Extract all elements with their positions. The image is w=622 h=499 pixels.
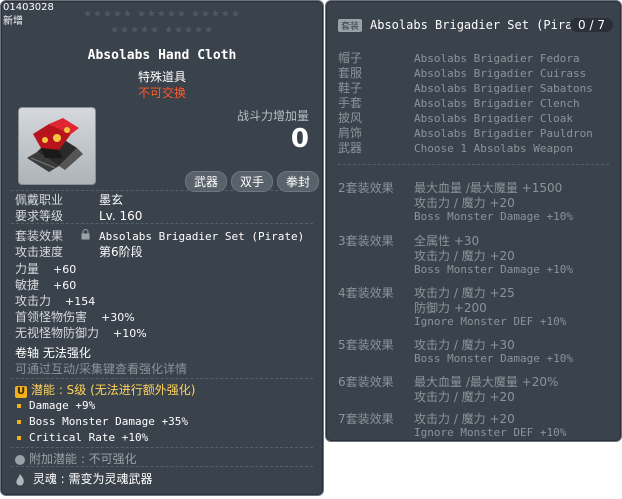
set-effect-row: 套装效果 Absolabs Brigadier Set (Pirate) xyxy=(15,227,304,244)
ignore-def-label: 无视怪物防御力 xyxy=(15,326,100,340)
scroll-status: 卷轴 无法强化 xyxy=(15,344,91,361)
item-type: 特殊道具 xyxy=(137,70,186,84)
set-bonus-line: Boss Monster Damage +10% xyxy=(414,352,573,365)
divider xyxy=(11,447,313,448)
job-tag-two-handed: 双手 xyxy=(231,171,274,192)
set-bonus-line: 攻击力 / 魔力 +20 xyxy=(414,196,515,210)
job-tag-weapon: 武器 xyxy=(185,171,228,192)
item-tooltip: 01403028 新增 ★★★★★ ★★★★★ ★★★★★ ★★★★★ ★★★★… xyxy=(0,0,324,496)
potential-line-2: Boss Monster Damage +35% xyxy=(17,415,188,428)
potential-line-2-text: Boss Monster Damage +35% xyxy=(29,415,188,428)
boss-damage-row: 首领怪物伤害 +30% xyxy=(15,308,135,325)
set-bonus-line: Boss Monster Damage +10% xyxy=(414,263,573,276)
soul-weapon: 灵魂 : 需变为灵魂武器 xyxy=(15,470,153,487)
set-bonus-label: 3套装效果 xyxy=(338,234,394,248)
red-black-glove-icon xyxy=(27,118,83,172)
set-title: Absolabs Brigadier Set (Pirate) xyxy=(370,18,594,32)
trade-status: 不可交换 xyxy=(137,86,186,100)
set-bonus-line: Boss Monster Damage +10% xyxy=(414,210,573,223)
enhance-hint: 可通过互动/采集键查看强化详情 xyxy=(15,362,188,376)
set-bonus-line: 攻击力 / 魔力 +20 xyxy=(414,412,515,426)
potential-line-3-text: Critical Rate +10% xyxy=(29,431,149,444)
required-level-label: 要求等级 xyxy=(15,209,64,223)
potential-title: 潜能 : S级 (无法进行额外强化) xyxy=(31,383,196,397)
set-piece: 武器 Choose 1 Absolabs Weapon xyxy=(338,139,573,156)
str-label: 力量 xyxy=(15,262,40,276)
scroll-status-text: 卷轴 无法强化 xyxy=(15,346,91,360)
required-job-row: 佩戴职业 墨玄 xyxy=(15,191,123,208)
flame-icon xyxy=(15,472,33,486)
set-bonus-label: 2套装效果 xyxy=(338,181,394,195)
set-bonus-label: 7套装效果 xyxy=(338,412,394,426)
divider xyxy=(11,466,313,467)
potential-line-1: Damage +9% xyxy=(17,399,95,412)
attack-row: 攻击力 +154 xyxy=(15,292,95,309)
str-value: +60 xyxy=(53,263,77,276)
attack-speed-label: 攻击速度 xyxy=(15,245,64,259)
required-level-row: 要求等级 Lv. 160 xyxy=(15,207,142,224)
set-bonus-line: Ignore Monster DEF +10% xyxy=(414,426,567,439)
potential-line-1-text: Damage +9% xyxy=(29,399,96,412)
set-bonus-label: 5套装效果 xyxy=(338,338,394,352)
combat-power-label: 战斗力增加量 xyxy=(236,109,309,123)
boss-damage-label: 首领怪物伤害 xyxy=(15,310,88,324)
set-piece-name: Choose 1 Absolabs Weapon xyxy=(414,142,573,155)
combat-power-value: 0 xyxy=(290,124,309,154)
bonus-potential-text: 附加潜能 : 不可强化 xyxy=(29,452,137,466)
ignore-def-row: 无视怪物防御力 +10% xyxy=(15,324,147,341)
set-piece-slot: 武器 xyxy=(338,141,363,155)
attack-label: 攻击力 xyxy=(15,294,52,308)
item-name: Absolabs Hand Cloth xyxy=(87,48,237,63)
dex-value: +60 xyxy=(53,279,77,292)
soul-text: 灵魂 : 需变为灵魂武器 xyxy=(32,472,153,486)
set-bonus-line: 攻击力 / 魔力 +30 xyxy=(414,338,515,352)
required-level-value: Lv. 160 xyxy=(99,209,143,223)
boss-damage-value: +30% xyxy=(101,311,135,324)
set-header: 套装 Absolabs Brigadier Set (Pirate) 0 / 7 xyxy=(338,18,613,34)
set-tooltip: 套装 Absolabs Brigadier Set (Pirate) 0 / 7… xyxy=(325,0,622,442)
set-tag: 套装 xyxy=(338,19,363,32)
set-bonus-label: 4套装效果 xyxy=(338,286,394,300)
dex-row: 敏捷 +60 xyxy=(15,276,76,293)
bonus-potential: 附加潜能 : 不可强化 xyxy=(15,450,137,467)
divider xyxy=(11,378,313,379)
potential-line-3: Critical Rate +10% xyxy=(17,431,148,444)
star-force-row-1: ★★★★★ ★★★★★ ★★★★★ xyxy=(83,9,241,20)
circle-icon xyxy=(15,454,25,465)
set-bonus-line: 攻击力 / 魔力 +20 xyxy=(414,390,515,404)
required-job-value: 墨玄 xyxy=(99,193,124,207)
set-bonus-label: 6套装效果 xyxy=(338,375,394,389)
dex-label: 敏捷 xyxy=(15,278,40,292)
star-force-row-2: ★★★★★ ★★★★★ xyxy=(110,25,214,36)
set-effect-label: 套装效果 xyxy=(15,229,64,243)
attack-value: +154 xyxy=(65,295,96,308)
attack-speed-row: 攻击速度 第6阶段 xyxy=(15,243,143,260)
attack-speed-value: 第6阶段 xyxy=(99,245,143,259)
set-bonus-line: 防御力 +200 xyxy=(414,301,487,315)
set-effect-value: Absolabs Brigadier Set (Pirate) xyxy=(99,230,305,243)
divider xyxy=(338,164,609,165)
set-count: 0 / 7 xyxy=(570,18,613,32)
ignore-def-value: +10% xyxy=(113,327,147,340)
str-row: 力量 +60 xyxy=(15,260,76,277)
lock-icon xyxy=(81,229,99,243)
set-bonus-line: 攻击力 / 魔力 +20 xyxy=(414,249,515,263)
item-icon-frame xyxy=(18,107,96,185)
set-bonus-line: Ignore Monster DEF +10% xyxy=(414,315,567,328)
job-tag-knuckle: 拳封 xyxy=(277,171,320,192)
divider xyxy=(11,223,313,224)
unique-badge-icon: U xyxy=(15,386,27,398)
job-tags: 武器 双手 拳封 xyxy=(185,171,320,192)
potential-header: U 潜能 : S级 (无法进行额外强化) xyxy=(15,381,195,398)
required-job-label: 佩戴职业 xyxy=(15,193,64,207)
